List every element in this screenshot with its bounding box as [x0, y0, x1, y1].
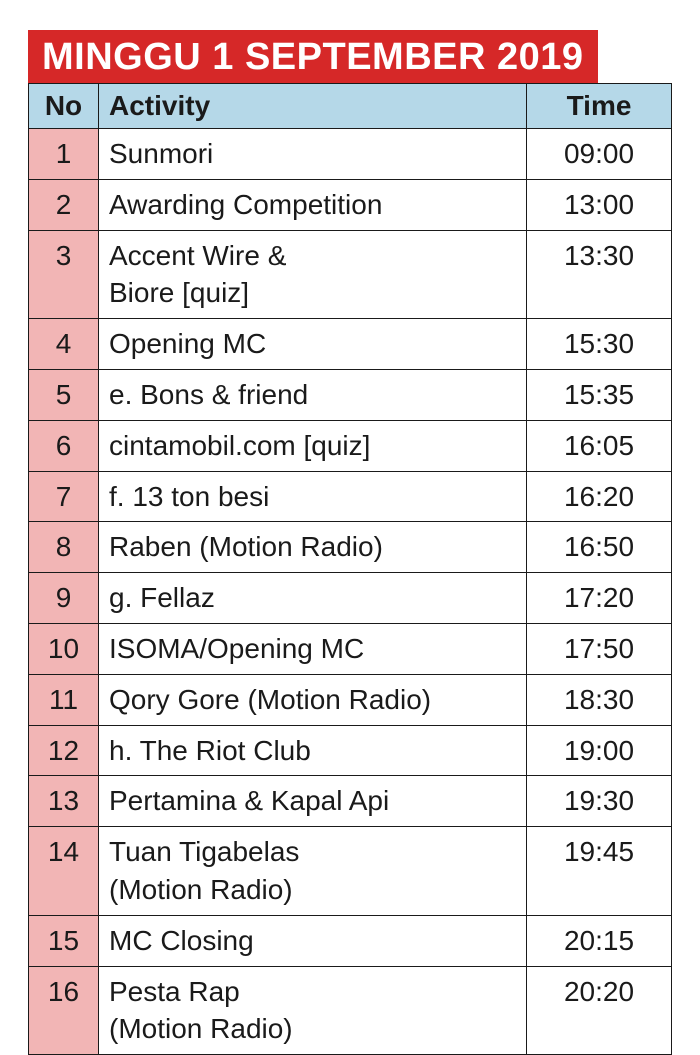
table-row: 7f. 13 ton besi16:20	[29, 471, 672, 522]
cell-activity: f. 13 ton besi	[99, 471, 527, 522]
cell-time: 19:00	[527, 725, 672, 776]
cell-time: 19:30	[527, 776, 672, 827]
cell-time: 17:20	[527, 573, 672, 624]
cell-time: 19:45	[527, 827, 672, 916]
cell-activity: e. Bons & friend	[99, 369, 527, 420]
cell-no: 6	[29, 420, 99, 471]
cell-no: 2	[29, 179, 99, 230]
cell-no: 5	[29, 369, 99, 420]
cell-activity: MC Closing	[99, 915, 527, 966]
cell-activity: cintamobil.com [quiz]	[99, 420, 527, 471]
schedule-table: No Activity Time 1Sunmori09:002Awarding …	[28, 83, 672, 1055]
cell-time: 16:05	[527, 420, 672, 471]
table-row: 14Tuan Tigabelas(Motion Radio)19:45	[29, 827, 672, 916]
cell-no: 15	[29, 915, 99, 966]
cell-no: 16	[29, 966, 99, 1055]
cell-no: 14	[29, 827, 99, 916]
table-row: 16Pesta Rap(Motion Radio)20:20	[29, 966, 672, 1055]
cell-time: 13:00	[527, 179, 672, 230]
table-row: 3Accent Wire &Biore [quiz]13:30	[29, 230, 672, 319]
cell-time: 20:15	[527, 915, 672, 966]
table-row: 1Sunmori09:00	[29, 129, 672, 180]
table-row: 2Awarding Competition13:00	[29, 179, 672, 230]
cell-no: 4	[29, 319, 99, 370]
cell-time: 17:50	[527, 623, 672, 674]
cell-activity: Raben (Motion Radio)	[99, 522, 527, 573]
table-row: 13Pertamina & Kapal Api19:30	[29, 776, 672, 827]
cell-activity: g. Fellaz	[99, 573, 527, 624]
header-activity: Activity	[99, 84, 527, 129]
table-row: 9g. Fellaz17:20	[29, 573, 672, 624]
cell-activity: Opening MC	[99, 319, 527, 370]
cell-activity: Sunmori	[99, 129, 527, 180]
table-header-row: No Activity Time	[29, 84, 672, 129]
cell-activity: ISOMA/Opening MC	[99, 623, 527, 674]
cell-time: 20:20	[527, 966, 672, 1055]
cell-no: 13	[29, 776, 99, 827]
cell-activity: Qory Gore (Motion Radio)	[99, 674, 527, 725]
cell-no: 3	[29, 230, 99, 319]
table-row: 6cintamobil.com [quiz]16:05	[29, 420, 672, 471]
cell-activity: h. The Riot Club	[99, 725, 527, 776]
page-title: MINGGU 1 SEPTEMBER 2019	[28, 30, 598, 83]
cell-no: 1	[29, 129, 99, 180]
cell-no: 10	[29, 623, 99, 674]
cell-time: 13:30	[527, 230, 672, 319]
table-row: 11Qory Gore (Motion Radio)18:30	[29, 674, 672, 725]
cell-activity: Accent Wire &Biore [quiz]	[99, 230, 527, 319]
table-row: 15MC Closing20:15	[29, 915, 672, 966]
cell-activity: Tuan Tigabelas(Motion Radio)	[99, 827, 527, 916]
header-time: Time	[527, 84, 672, 129]
cell-time: 09:00	[527, 129, 672, 180]
cell-time: 15:35	[527, 369, 672, 420]
cell-no: 9	[29, 573, 99, 624]
table-row: 10ISOMA/Opening MC17:50	[29, 623, 672, 674]
cell-time: 16:20	[527, 471, 672, 522]
cell-no: 12	[29, 725, 99, 776]
cell-no: 8	[29, 522, 99, 573]
header-no: No	[29, 84, 99, 129]
table-row: 12h. The Riot Club19:00	[29, 725, 672, 776]
cell-time: 16:50	[527, 522, 672, 573]
table-row: 4Opening MC15:30	[29, 319, 672, 370]
cell-activity: Pesta Rap(Motion Radio)	[99, 966, 527, 1055]
table-row: 5e. Bons & friend15:35	[29, 369, 672, 420]
table-row: 8Raben (Motion Radio)16:50	[29, 522, 672, 573]
cell-no: 11	[29, 674, 99, 725]
cell-activity: Pertamina & Kapal Api	[99, 776, 527, 827]
cell-time: 15:30	[527, 319, 672, 370]
cell-activity: Awarding Competition	[99, 179, 527, 230]
cell-time: 18:30	[527, 674, 672, 725]
cell-no: 7	[29, 471, 99, 522]
